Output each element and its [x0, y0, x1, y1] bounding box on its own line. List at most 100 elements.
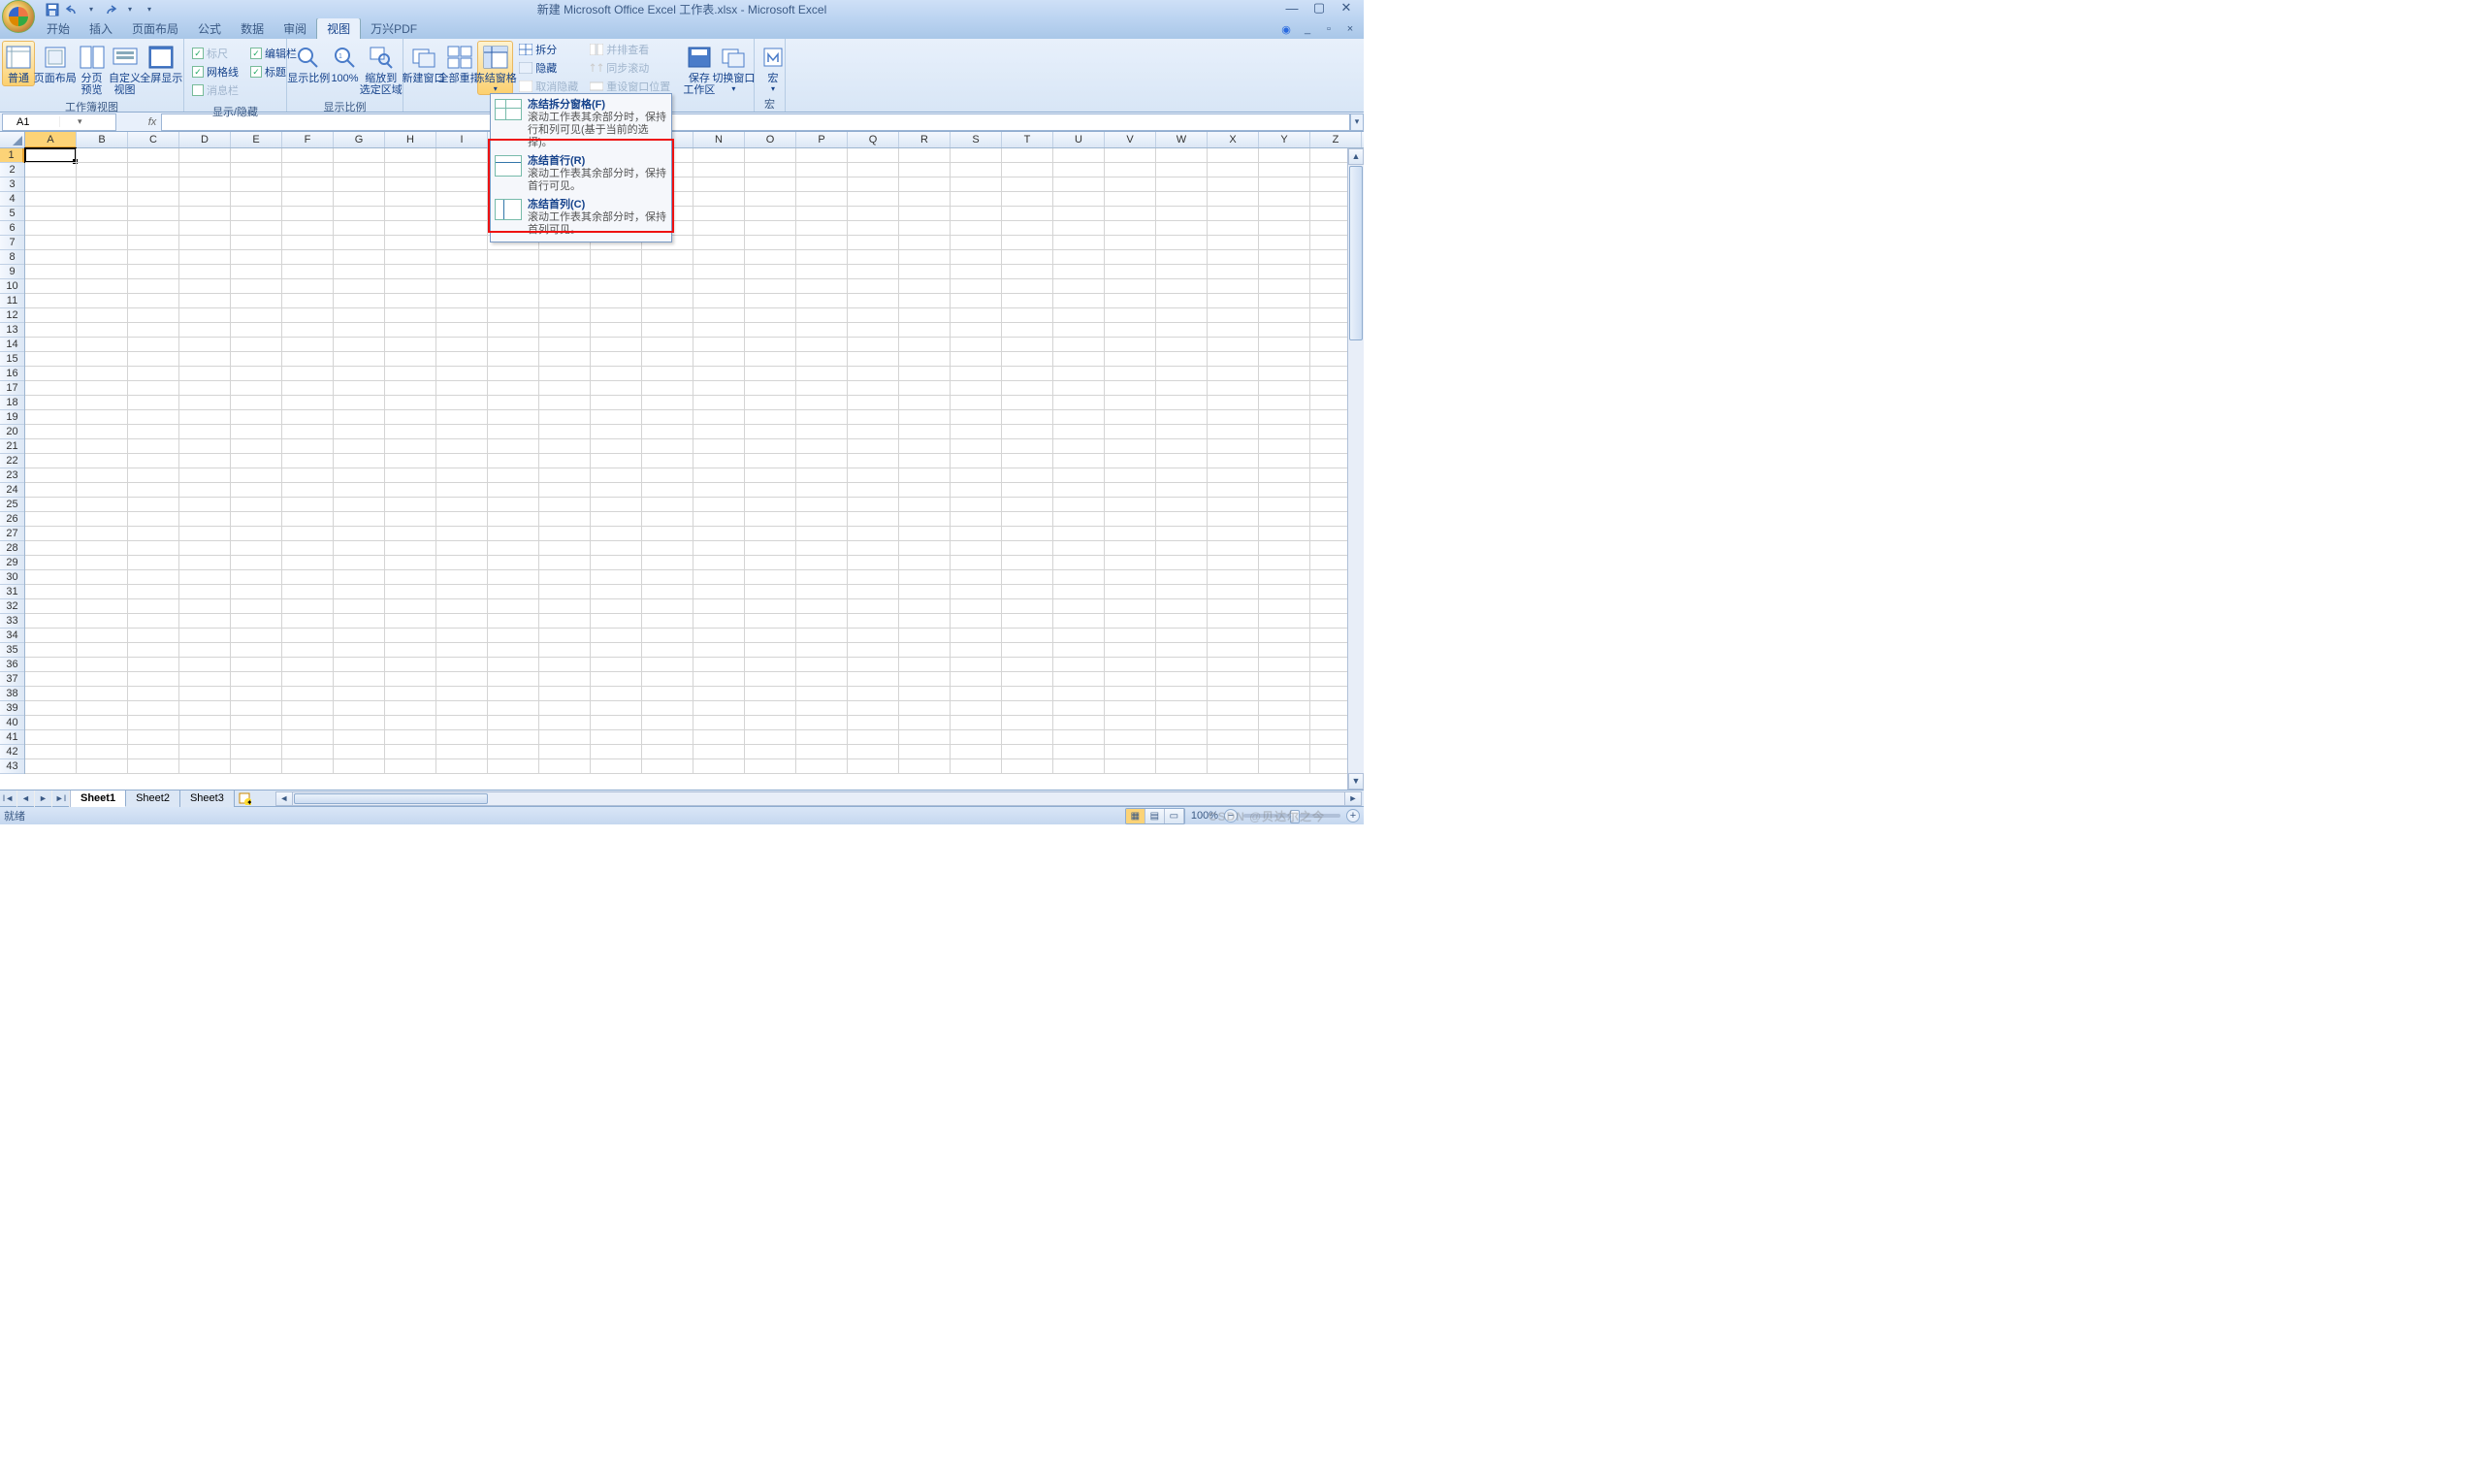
formula-expand-icon[interactable]: ▾ [1350, 113, 1364, 131]
row-header[interactable]: 32 [0, 599, 24, 614]
column-header[interactable]: D [179, 132, 231, 147]
row-header[interactable]: 33 [0, 614, 24, 629]
column-header[interactable]: R [899, 132, 951, 147]
office-button[interactable] [2, 0, 35, 33]
column-header[interactable]: H [385, 132, 436, 147]
column-header[interactable]: I [436, 132, 488, 147]
row-header[interactable]: 25 [0, 498, 24, 512]
arrange-all-button[interactable]: 全部重排 [441, 41, 477, 86]
row-header[interactable]: 23 [0, 468, 24, 483]
name-box[interactable]: A1 ▾ [2, 113, 116, 131]
row-header[interactable]: 41 [0, 730, 24, 745]
view-page-layout-button[interactable]: 页面布局 [35, 41, 76, 86]
row-header[interactable]: 22 [0, 454, 24, 468]
row-header[interactable]: 10 [0, 279, 24, 294]
tab-数据[interactable]: 数据 [231, 18, 274, 39]
view-fullscreen-button[interactable]: 全屏显示 [142, 41, 182, 86]
row-header[interactable]: 38 [0, 687, 24, 701]
row-header[interactable]: 16 [0, 367, 24, 381]
sheet-nav-first-icon[interactable]: I◄ [0, 790, 17, 807]
column-header[interactable]: X [1208, 132, 1259, 147]
row-header[interactable]: 7 [0, 236, 24, 250]
row-header[interactable]: 6 [0, 221, 24, 236]
new-window-button[interactable]: 新建窗口 [405, 41, 441, 86]
ribbon-restore-button[interactable]: ▫ [1321, 21, 1337, 37]
column-header[interactable]: F [282, 132, 334, 147]
maximize-button[interactable]: ▢ [1306, 0, 1333, 16]
vertical-scrollbar[interactable]: ▲ ▼ [1347, 148, 1364, 790]
horizontal-scrollbar[interactable]: ◄ ► [275, 791, 1362, 806]
sheet-tab[interactable]: Sheet2 [126, 790, 180, 807]
scroll-left-icon[interactable]: ◄ [276, 792, 293, 805]
row-header[interactable]: 8 [0, 250, 24, 265]
column-header[interactable]: G [334, 132, 385, 147]
column-header[interactable]: Q [848, 132, 899, 147]
row-header[interactable]: 12 [0, 308, 24, 323]
hide-button[interactable]: 隐藏 [515, 59, 582, 77]
row-header[interactable]: 24 [0, 483, 24, 498]
row-header[interactable]: 39 [0, 701, 24, 716]
row-header[interactable]: 28 [0, 541, 24, 556]
row-header[interactable]: 27 [0, 527, 24, 541]
chevron-down-icon[interactable]: ▾ [122, 2, 138, 17]
name-box-dropdown-icon[interactable]: ▾ [59, 116, 116, 127]
row-header[interactable]: 1 [0, 148, 24, 163]
tab-插入[interactable]: 插入 [80, 18, 122, 39]
column-header[interactable]: E [231, 132, 282, 147]
sheet-nav-last-icon[interactable]: ►I [52, 790, 70, 807]
zoom-100-button[interactable]: 1 100% [329, 41, 362, 86]
active-cell[interactable] [24, 147, 77, 163]
redo-icon[interactable] [103, 2, 118, 17]
row-header[interactable]: 43 [0, 759, 24, 774]
zoom-button[interactable]: 显示比例 [289, 41, 329, 86]
view-normal-button[interactable]: 普通 [2, 41, 35, 86]
row-header[interactable]: 26 [0, 512, 24, 527]
save-workspace-button[interactable]: 保存 工作区 [683, 41, 716, 98]
column-header[interactable]: B [77, 132, 128, 147]
freeze-split-panes-item[interactable]: 冻结拆分窗格(F)滚动工作表其余部分时，保持行和列可见(基于当前的选择)。 [493, 96, 669, 152]
column-header[interactable]: P [796, 132, 848, 147]
row-header[interactable]: 17 [0, 381, 24, 396]
minimize-button[interactable]: — [1278, 0, 1306, 16]
column-header[interactable]: C [128, 132, 179, 147]
column-header[interactable]: Z [1310, 132, 1362, 147]
sheet-nav-prev-icon[interactable]: ◄ [17, 790, 35, 807]
row-header[interactable]: 19 [0, 410, 24, 425]
row-header[interactable]: 40 [0, 716, 24, 730]
row-header[interactable]: 21 [0, 439, 24, 454]
scroll-down-icon[interactable]: ▼ [1348, 773, 1364, 790]
tab-万兴PDF[interactable]: 万兴PDF [361, 18, 427, 39]
row-header[interactable]: 14 [0, 338, 24, 352]
view-page-break-button[interactable]: 分页 预览 [76, 41, 109, 98]
new-sheet-button[interactable]: ✦ [235, 791, 254, 805]
zoom-to-selection-button[interactable]: 缩放到 选定区域 [362, 41, 402, 98]
ribbon-minimize-button[interactable]: _ [1300, 21, 1315, 37]
zoom-in-button[interactable]: + [1346, 809, 1360, 823]
column-header[interactable]: O [745, 132, 796, 147]
row-header[interactable]: 5 [0, 207, 24, 221]
column-header[interactable]: V [1105, 132, 1156, 147]
column-header[interactable]: U [1053, 132, 1105, 147]
row-header[interactable]: 30 [0, 570, 24, 585]
chevron-down-icon[interactable]: ▾ [83, 2, 99, 17]
freeze-first-column-item[interactable]: 冻结首列(C)滚动工作表其余部分时，保持首列可见。 [493, 196, 669, 240]
view-custom-button[interactable]: 自定义 视图 [109, 41, 142, 98]
freeze-top-row-item[interactable]: 冻结首行(R)滚动工作表其余部分时，保持首行可见。 [493, 152, 669, 196]
sheet-tab[interactable]: Sheet3 [180, 790, 235, 807]
split-button[interactable]: 拆分 [515, 41, 582, 58]
row-header[interactable]: 4 [0, 192, 24, 207]
tab-页面布局[interactable]: 页面布局 [122, 18, 188, 39]
undo-icon[interactable] [64, 2, 80, 17]
column-header[interactable]: A [25, 132, 77, 148]
select-all-corner[interactable] [0, 132, 25, 147]
macros-button[interactable]: 宏 ▾ [757, 41, 790, 95]
column-header[interactable]: W [1156, 132, 1208, 147]
row-header[interactable]: 9 [0, 265, 24, 279]
row-header[interactable]: 37 [0, 672, 24, 687]
row-header[interactable]: 13 [0, 323, 24, 338]
close-button[interactable]: ✕ [1333, 0, 1360, 16]
scroll-thumb[interactable] [294, 793, 488, 804]
row-header[interactable]: 20 [0, 425, 24, 439]
column-header[interactable]: N [693, 132, 745, 147]
row-header[interactable]: 35 [0, 643, 24, 658]
